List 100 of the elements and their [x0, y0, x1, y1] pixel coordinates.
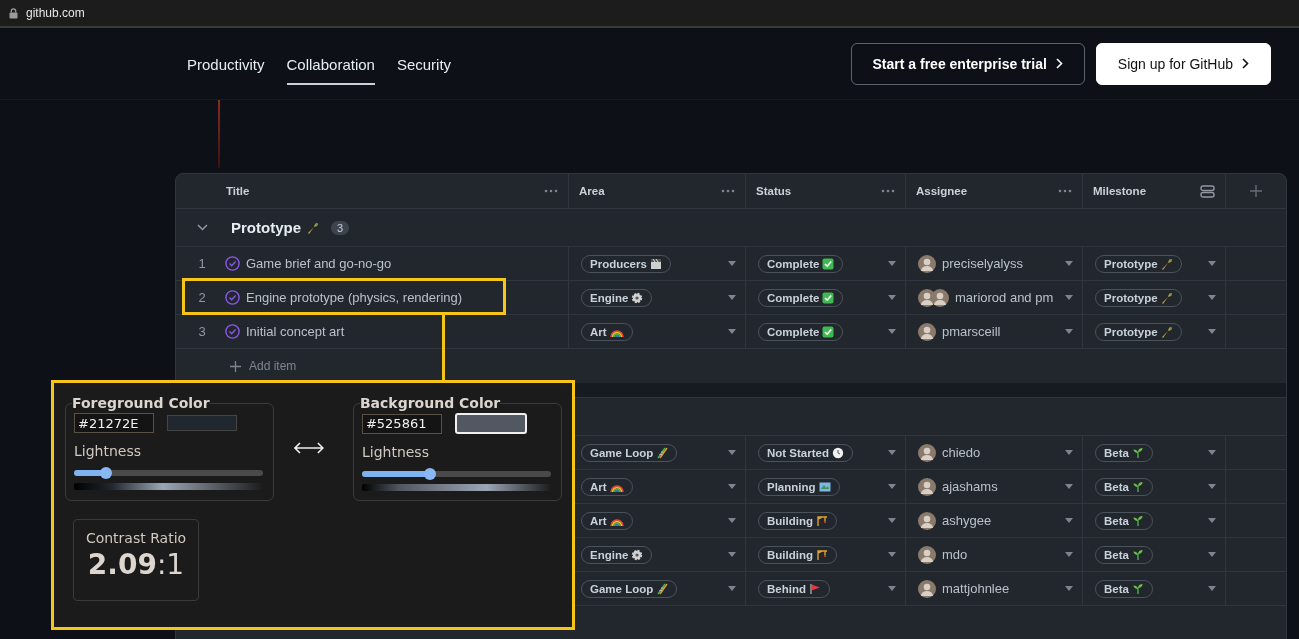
sprout-icon: [1131, 446, 1144, 459]
dropdown-caret-icon[interactable]: [728, 295, 736, 300]
dropdown-caret-icon[interactable]: [888, 329, 896, 334]
gear-icon: [631, 291, 644, 304]
column-header[interactable]: Area: [579, 185, 605, 197]
accent-line: [218, 100, 220, 168]
column-header[interactable]: Assignee: [916, 185, 968, 197]
column-header[interactable]: Milestone: [1093, 185, 1147, 197]
color-swatch[interactable]: [167, 415, 237, 431]
dropdown-caret-icon[interactable]: [1065, 450, 1073, 455]
map-icon: [818, 480, 831, 493]
collapse-chevron-icon[interactable]: [197, 222, 208, 233]
column-header[interactable]: Status: [756, 185, 792, 197]
done-icon: [225, 324, 240, 339]
add-column-icon[interactable]: [1250, 185, 1262, 197]
dropdown-caret-icon[interactable]: [888, 552, 896, 557]
assignee-name[interactable]: chiedo: [942, 445, 981, 460]
hex-input[interactable]: #21272E: [74, 413, 154, 433]
hex-input[interactable]: #525861: [361, 413, 442, 434]
column-header[interactable]: Title: [226, 185, 250, 197]
item-title[interactable]: Game brief and go-no-go: [246, 256, 392, 271]
dropdown-caret-icon[interactable]: [888, 518, 896, 523]
sprout-icon: [1131, 514, 1144, 527]
dropdown-caret-icon[interactable]: [888, 450, 896, 455]
dropdown-caret-icon[interactable]: [1065, 295, 1073, 300]
dropdown-caret-icon[interactable]: [1208, 329, 1216, 334]
bottle-icon: [1160, 257, 1173, 270]
dropdown-caret-icon[interactable]: [888, 295, 896, 300]
lock-icon: [9, 7, 18, 19]
dropdown-caret-icon[interactable]: [1065, 552, 1073, 557]
assignee-name[interactable]: mdo: [942, 547, 968, 562]
avatar-icon: [918, 477, 936, 496]
dropdown-caret-icon[interactable]: [1208, 261, 1216, 266]
avatar-icon: [918, 511, 936, 530]
checkmark-icon: [822, 257, 835, 270]
dropdown-caret-icon[interactable]: [728, 261, 736, 266]
dropdown-caret-icon[interactable]: [1208, 450, 1216, 455]
nav-link[interactable]: Collaboration: [286, 46, 375, 85]
dropdown-caret-icon[interactable]: [1208, 484, 1216, 489]
item-title[interactable]: Engine prototype (physics, rendering): [246, 290, 463, 305]
dropdown-caret-icon[interactable]: [728, 552, 736, 557]
dropdown-caret-icon[interactable]: [728, 329, 736, 334]
slide-icon: [656, 446, 669, 459]
layout-icon[interactable]: [1200, 184, 1215, 198]
dropdown-caret-icon[interactable]: [888, 484, 896, 489]
address-text[interactable]: github.com: [26, 6, 85, 20]
dropdown-caret-icon[interactable]: [1065, 261, 1073, 266]
done-icon: [225, 290, 240, 305]
trial-button[interactable]: Start a free enterprise trial: [850, 42, 1085, 85]
crane-icon: [816, 548, 828, 561]
dropdown-caret-icon[interactable]: [1065, 329, 1073, 334]
lightness-slider[interactable]: [361, 468, 551, 480]
more-options-icon[interactable]: [721, 189, 735, 193]
add-item-button[interactable]: Add item: [230, 359, 297, 373]
clock-icon: [832, 446, 844, 459]
assignee-name[interactable]: mattjohnlee: [942, 581, 1010, 596]
signup-button[interactable]: Sign up for GitHub: [1095, 42, 1271, 85]
dropdown-caret-icon[interactable]: [728, 484, 736, 489]
chevron-icon: [1242, 58, 1249, 69]
more-options-icon[interactable]: [881, 189, 895, 193]
dropdown-caret-icon[interactable]: [1208, 518, 1216, 523]
nav-link[interactable]: Security: [396, 46, 452, 85]
sprout-icon: [1131, 548, 1144, 561]
dropdown-caret-icon[interactable]: [728, 586, 736, 591]
item-title[interactable]: Initial concept art: [246, 324, 345, 339]
avatar-icon: [918, 443, 936, 462]
dropdown-caret-icon[interactable]: [728, 518, 736, 523]
assignee-name[interactable]: pmarsceill: [942, 324, 1001, 339]
avatar-icon: [931, 288, 949, 307]
row-number: 3: [198, 324, 206, 339]
more-options-icon[interactable]: [1058, 189, 1072, 193]
assignee-name[interactable]: ajashams: [942, 479, 998, 494]
dropdown-caret-icon[interactable]: [1208, 552, 1216, 557]
dropdown-caret-icon[interactable]: [888, 261, 896, 266]
assignee-name[interactable]: ashygee: [942, 513, 992, 528]
dropdown-caret-icon[interactable]: [888, 586, 896, 591]
dropdown-caret-icon[interactable]: [728, 450, 736, 455]
lightness-label: Lightness: [74, 443, 142, 459]
nav-link[interactable]: Productivity: [187, 46, 265, 85]
dropdown-caret-icon[interactable]: [1065, 586, 1073, 591]
avatar-icon: [918, 322, 936, 341]
checkmark-icon: [822, 325, 835, 338]
dropdown-caret-icon[interactable]: [1065, 518, 1073, 523]
sprout-icon: [1131, 582, 1144, 595]
lightness-slider[interactable]: [74, 467, 264, 479]
swap-arrow-icon[interactable]: [294, 442, 324, 454]
dropdown-caret-icon[interactable]: [1208, 586, 1216, 591]
avatar-icon: [918, 579, 936, 598]
group-legend: Foreground Color: [72, 395, 210, 411]
plus-icon: [230, 360, 241, 372]
more-options-icon[interactable]: [544, 189, 558, 193]
assignee-name[interactable]: preciselyalyss: [942, 256, 1023, 271]
chevron-icon: [1055, 58, 1063, 69]
lightness-label: Lightness: [361, 444, 430, 460]
dropdown-caret-icon[interactable]: [1065, 484, 1073, 489]
flag-icon: [809, 582, 821, 595]
dropdown-caret-icon[interactable]: [1208, 295, 1216, 300]
assignee-name[interactable]: mariorod and pm: [955, 290, 1054, 305]
group-title: Prototype: [231, 219, 301, 236]
gear-icon: [631, 548, 644, 561]
